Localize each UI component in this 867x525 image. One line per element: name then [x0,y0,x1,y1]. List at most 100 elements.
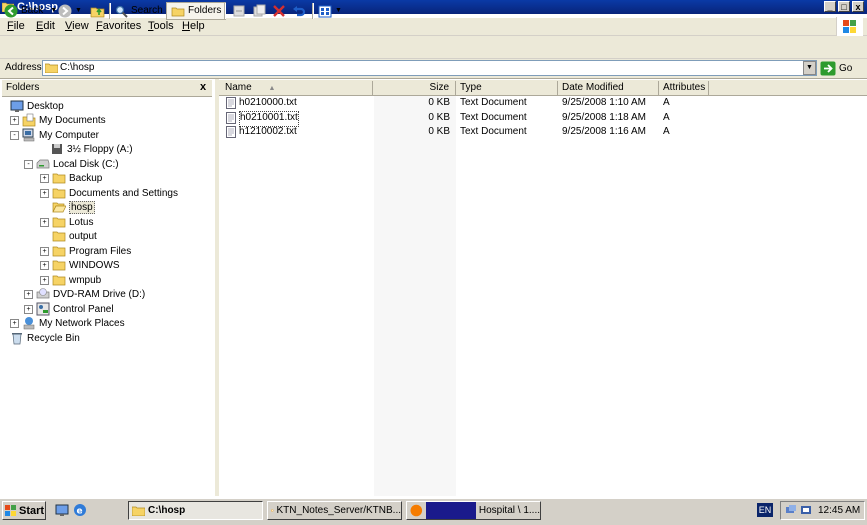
column-header-date[interactable]: Date Modified [558,81,659,95]
task-button-hospital[interactable]: Hospital \ 1.... [406,501,541,520]
task-button-hosp[interactable]: C:\hosp [128,501,263,520]
dvd-icon [36,288,50,299]
folders-pane-close-button[interactable]: x [200,81,206,93]
column-header-name[interactable]: Name ▲ [221,81,373,95]
file-type: Text Document [460,126,527,137]
tree-item-label: Recycle Bin [27,332,80,344]
expand-toggle-icon[interactable]: + [40,173,49,183]
move-to-button[interactable] [232,3,246,19]
undo-button[interactable] [292,3,306,19]
text-file-icon [226,111,236,124]
tree-item-label: DVD-RAM Drive (D:) [53,288,146,300]
toolbar-separator [109,3,111,19]
tree-item-label: Desktop [27,100,64,112]
tree-item[interactable]: + Backup [40,171,102,185]
tree-item[interactable]: + DVD-RAM Drive (D:) [24,287,145,301]
expand-toggle-icon[interactable]: + [10,318,19,328]
folders-button[interactable]: Folders [166,2,227,20]
tree-item[interactable]: - My Computer [10,128,99,142]
internet-explorer-icon[interactable]: e [73,503,87,517]
file-name: h0210000.txt [239,97,297,108]
collapse-toggle-icon[interactable]: - [10,130,19,140]
copy-to-button[interactable] [252,3,266,19]
tree-item[interactable]: + My Documents [10,113,106,127]
expand-toggle-icon[interactable]: + [10,115,19,125]
tree-item[interactable]: output [40,229,97,243]
column-header-type[interactable]: Type [456,81,558,95]
expand-toggle-icon[interactable]: + [40,188,49,198]
folder-icon [52,275,66,286]
tree-item[interactable]: + Program Files [40,244,131,258]
tree-item-label: Program Files [69,245,132,257]
tree-item-label: output [69,230,97,242]
menu-favorites[interactable]: Favorites [96,20,141,33]
close-button[interactable]: x [852,1,864,12]
file-date-modified: 9/25/2008 1:16 AM [562,126,646,137]
address-dropdown-button[interactable]: ▼ [803,61,816,75]
maximize-button[interactable]: □ [838,1,850,12]
tree-item[interactable]: + My Network Places [10,316,125,330]
menu-view[interactable]: View [65,20,89,33]
redacted-block [425,502,476,519]
tree-item[interactable]: hosp [40,200,95,214]
address-input[interactable] [42,60,817,76]
show-desktop-icon[interactable] [55,503,69,517]
drive-icon [36,159,50,169]
back-button[interactable]: Back ▼ [4,3,57,19]
folder-icon [52,173,66,184]
menu-file[interactable]: File [7,20,25,33]
tree-item[interactable]: Desktop [10,99,64,113]
expand-toggle-icon[interactable]: + [24,304,33,314]
collapse-toggle-icon[interactable]: - [24,159,33,169]
menu-tools[interactable]: Tools [148,20,174,33]
clock[interactable]: 12:45 AM [818,505,860,516]
menu-help[interactable]: Help [182,20,205,33]
tree-item-label: Control Panel [53,303,114,315]
start-button[interactable]: Start [2,501,46,520]
up-folder-button[interactable] [90,3,105,19]
desktop-icon [10,100,24,112]
back-label: Back [21,5,44,16]
tree-item[interactable]: + WINDOWS [40,258,120,272]
menu-edit[interactable]: Edit [36,20,55,33]
task-button-lotus-notes[interactable]: KTN_Notes_Server/KTNB... [267,501,402,520]
tree-item[interactable]: - Local Disk (C:) [24,157,119,171]
go-label: Go [839,62,853,74]
views-icon [318,5,332,17]
chevron-down-icon: ▼ [335,7,342,14]
expand-toggle-icon[interactable]: + [24,289,33,299]
volume-tray-icon[interactable] [800,504,812,516]
expand-toggle-icon[interactable]: + [40,260,49,270]
go-button[interactable]: Go [820,60,852,76]
copy-to-icon [253,4,266,17]
tree-item[interactable]: + Documents and Settings [40,186,178,200]
search-icon [115,5,128,18]
start-label: Start [19,504,45,517]
expand-toggle-icon[interactable]: + [40,275,49,285]
chevron-down-icon: ▼ [50,7,58,14]
folder-icon [52,260,66,271]
tree-item[interactable]: Recycle Bin [10,331,80,345]
expand-toggle-icon[interactable]: + [40,217,49,227]
tree-item[interactable]: + Control Panel [24,302,114,316]
expand-toggle-icon[interactable]: + [40,246,49,256]
move-to-icon [233,5,245,17]
delete-button[interactable] [272,3,286,19]
tree-item[interactable]: 3½ Floppy (A:) [38,142,133,156]
views-button[interactable]: ▼ [318,3,342,19]
tree-item-label: 3½ Floppy (A:) [67,143,133,155]
tree-item[interactable]: + wmpub [40,273,101,287]
file-type: Text Document [460,97,527,108]
minimize-button[interactable]: _ [824,1,836,12]
column-header-size[interactable]: Size [373,81,456,95]
folder-open-icon [52,202,66,213]
language-indicator[interactable]: EN [757,503,773,517]
column-header-attributes[interactable]: Attributes [659,81,709,95]
forward-button[interactable]: ▼ [58,3,82,19]
network-tray-icon[interactable] [785,504,797,516]
tree-item[interactable]: + Lotus [40,215,93,229]
forward-arrow-icon [58,4,72,18]
toolbar-separator [224,3,226,19]
control-panel-icon [36,302,50,316]
search-button[interactable]: Search [115,3,163,19]
